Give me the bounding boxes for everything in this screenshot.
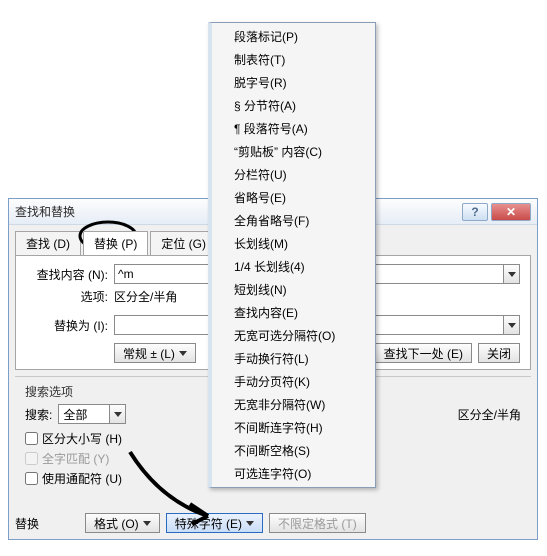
menu-item[interactable]: 制表符(T) (212, 48, 375, 71)
menu-item[interactable]: 短划线(N) (212, 278, 375, 301)
chevron-down-icon (179, 351, 187, 356)
scope-dropdown-button[interactable] (109, 405, 125, 423)
chevron-down-icon (508, 323, 516, 328)
chevron-down-icon (114, 412, 122, 417)
special-char-menu[interactable]: 段落标记(P)制表符(T)脱字号(R)§ 分节符(A)¶ 段落符号(A)“剪贴板… (208, 22, 376, 488)
replace-label: 替换为 (I): (26, 317, 114, 334)
menu-item[interactable]: 全角省略号(F) (212, 209, 375, 232)
close-dialog-button[interactable]: 关闭 (478, 343, 520, 363)
right-note: 区分全/半角 (458, 406, 521, 423)
menu-item[interactable]: 可选连字符(O) (212, 462, 375, 485)
options-value: 区分全/半角 (114, 288, 177, 305)
menu-item[interactable]: 不间断空格(S) (212, 439, 375, 462)
search-scope-input[interactable] (59, 405, 109, 423)
menu-item[interactable]: 分栏符(U) (212, 163, 375, 186)
menu-item[interactable]: 查找内容(E) (212, 301, 375, 324)
menu-item[interactable]: 不间断连字符(H) (212, 416, 375, 439)
find-dropdown-button[interactable] (503, 265, 519, 283)
replace-dropdown-button[interactable] (503, 316, 519, 334)
find-next-button[interactable]: 查找下一处 (E) (375, 343, 472, 363)
menu-item[interactable]: 段落标记(P) (212, 25, 375, 48)
search-scope-label: 搜索: (25, 406, 52, 423)
find-label: 查找内容 (N): (26, 266, 114, 283)
menu-item[interactable]: “剪贴板” 内容(C) (212, 140, 375, 163)
special-char-button[interactable]: 特殊字符 (E) (166, 513, 263, 533)
tab-goto[interactable]: 定位 (G) (150, 231, 217, 255)
chevron-down-icon (508, 272, 516, 277)
less-button[interactable]: 常规 ± (L) (114, 343, 196, 363)
menu-item[interactable]: 长划线(M) (212, 232, 375, 255)
no-format-button: 不限定格式 (T) (269, 513, 366, 533)
tab-find[interactable]: 查找 (D) (15, 231, 81, 255)
menu-item[interactable]: 1/4 长划线(4) (212, 255, 375, 278)
menu-item[interactable]: 省略号(E) (212, 186, 375, 209)
menu-item[interactable]: 脱字号(R) (212, 71, 375, 94)
menu-item[interactable]: 无宽非分隔符(W) (212, 393, 375, 416)
menu-item[interactable]: § 分节符(A) (212, 94, 375, 117)
menu-item[interactable]: 手动换行符(L) (212, 347, 375, 370)
bottom-toolbar: 替换 格式 (O) 特殊字符 (E) 不限定格式 (T) (15, 513, 531, 533)
menu-item[interactable]: 无宽可选分隔符(O) (212, 324, 375, 347)
format-button[interactable]: 格式 (O) (85, 513, 160, 533)
chevron-down-icon (143, 521, 151, 526)
search-scope-combo[interactable] (58, 404, 126, 424)
close-button[interactable]: ✕ (491, 203, 531, 221)
menu-item[interactable]: 手动分页符(K) (212, 370, 375, 393)
menu-item[interactable]: ¶ 段落符号(A) (212, 117, 375, 140)
help-button[interactable]: ? (462, 203, 488, 221)
chevron-down-icon (246, 521, 254, 526)
options-label: 选项: (26, 288, 114, 305)
tab-replace[interactable]: 替换 (P) (83, 231, 148, 255)
replace-section-label: 替换 (15, 515, 39, 532)
